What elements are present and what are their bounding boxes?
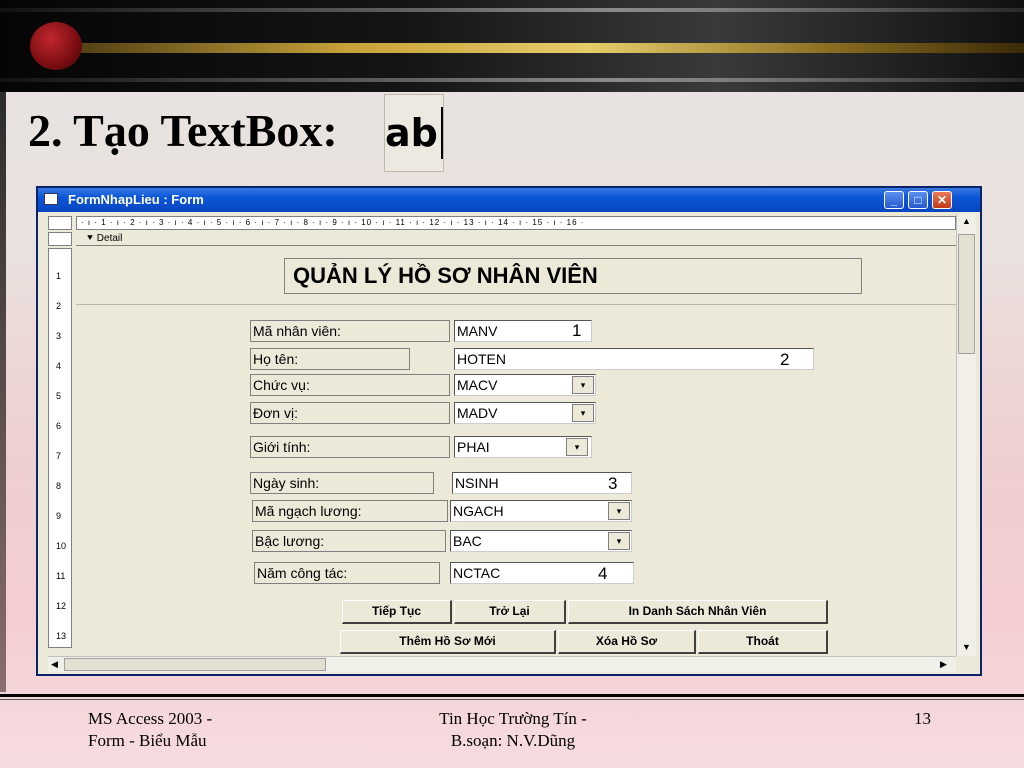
chevron-down-icon[interactable]: ▾ <box>608 532 630 550</box>
banner-stripe <box>0 78 1024 82</box>
scroll-up-icon[interactable]: ▲ <box>962 216 971 226</box>
detail-section[interactable]: QUẢN LÝ HỒ SƠ NHÂN VIÊN Mã nhân viên: MA… <box>76 248 956 654</box>
vertical-ruler-mark: 7 <box>56 451 62 461</box>
vertical-ruler-mark: 9 <box>56 511 62 521</box>
footer-divider-thin <box>0 699 1024 700</box>
chevron-down-icon[interactable]: ▾ <box>572 404 594 422</box>
vertical-scroll-thumb[interactable] <box>958 234 975 354</box>
maximize-button[interactable]: □ <box>908 191 928 209</box>
chevron-down-icon[interactable]: ▾ <box>566 438 588 456</box>
vertical-ruler-mark: 8 <box>56 481 62 491</box>
label-don-vi[interactable]: Đơn vị: <box>250 402 450 424</box>
form-heading-label[interactable]: QUẢN LÝ HỒ SƠ NHÂN VIÊN <box>284 258 862 294</box>
window-title: FormNhapLieu : Form <box>68 192 204 207</box>
section-divider <box>76 304 956 305</box>
footer-topic: Form - Biểu Mẫu <box>88 731 207 750</box>
close-button[interactable]: ✕ <box>932 191 952 209</box>
vertical-ruler-mark: 1 <box>56 271 62 281</box>
footer-center: Tin Học Trường Tín - B.soạn: N.V.Dũng <box>408 708 618 752</box>
detail-section-label: Detail <box>96 233 123 244</box>
exit-button[interactable]: Thoát <box>698 630 828 654</box>
vertical-ruler-mark: 11 <box>56 571 66 581</box>
delete-button[interactable]: Xóa Hồ Sơ <box>558 630 696 654</box>
banner-stripe <box>0 8 1024 12</box>
vertical-ruler-mark: 13 <box>56 631 67 641</box>
label-ma-ngach-luong[interactable]: Mã ngạch lương: <box>252 500 448 522</box>
scroll-down-icon[interactable]: ▼ <box>962 642 971 652</box>
footer-left: MS Access 2003 - Form - Biểu Mẫu <box>88 708 212 752</box>
label-bac-luong[interactable]: Bậc lương: <box>252 530 446 552</box>
textbox-tool-icon: ab <box>384 94 444 172</box>
vertical-ruler-mark: 3 <box>56 331 62 341</box>
print-list-button[interactable]: In Danh Sách Nhân Viên <box>568 600 828 624</box>
footer-course: MS Access 2003 - <box>88 709 213 728</box>
label-ngay-sinh[interactable]: Ngày sinh: <box>250 472 434 494</box>
banner-red-ball <box>30 22 82 70</box>
vertical-ruler-mark: 2 <box>56 301 62 311</box>
marker-2: 2 <box>780 350 790 369</box>
marker-1: 1 <box>572 321 582 340</box>
vertical-ruler-mark: 10 <box>56 541 67 551</box>
form-selector[interactable] <box>48 216 72 230</box>
window-titlebar[interactable]: FormNhapLieu : Form _ □ ✕ <box>38 188 980 212</box>
vertical-ruler-mark: 6 <box>56 421 62 431</box>
detail-arrow-icon: ⯆ <box>86 233 97 244</box>
vertical-ruler-mark: 5 <box>56 391 62 401</box>
label-nam-cong-tac[interactable]: Năm công tác: <box>254 562 440 584</box>
form-icon <box>44 193 58 205</box>
detail-section-bar[interactable]: ⯆ Detail <box>76 232 956 246</box>
slide-title: 2. Tạo TextBox: <box>28 105 338 156</box>
slide-banner <box>0 0 1024 92</box>
chevron-down-icon[interactable]: ▾ <box>572 376 594 394</box>
label-chuc-vu[interactable]: Chức vụ: <box>250 374 450 396</box>
continue-button[interactable]: Tiếp Tục <box>342 600 452 624</box>
marker-4: 4 <box>598 564 608 583</box>
horizontal-ruler: · ı · 1 · ı · 2 · ı · 3 · ı · 4 · ı · 5 … <box>76 216 956 230</box>
left-accent-strip <box>0 92 6 692</box>
textbox-hoten[interactable]: HOTEN <box>454 348 814 370</box>
footer-divider <box>0 694 1024 697</box>
scroll-right-icon[interactable]: ▶ <box>940 659 947 670</box>
vertical-ruler: 1 2 3 4 5 6 7 8 9 10 11 12 13 <box>48 248 72 648</box>
vertical-scrollbar[interactable]: ▲ ▼ <box>956 214 976 656</box>
textbox-tool-label: ab <box>385 111 438 155</box>
back-button[interactable]: Trở Lại <box>454 600 566 624</box>
banner-gold-bar <box>60 43 1024 53</box>
horizontal-scroll-thumb[interactable] <box>64 658 326 671</box>
vertical-ruler-mark: 12 <box>56 601 67 611</box>
footer-school: Tin Học Trường Tín - <box>439 709 587 728</box>
textbox-nsinh[interactable]: NSINH <box>452 472 632 494</box>
label-ho-ten[interactable]: Họ tên: <box>250 348 410 370</box>
footer-author: B.soạn: N.V.Dũng <box>450 731 576 750</box>
vertical-ruler-mark: 4 <box>56 361 62 371</box>
label-ma-nhan-vien[interactable]: Mã nhân viên: <box>250 320 450 342</box>
label-gioi-tinh[interactable]: Giới tính: <box>250 436 450 458</box>
chevron-down-icon[interactable]: ▾ <box>608 502 630 520</box>
text-cursor-icon <box>440 107 443 159</box>
section-selector[interactable] <box>48 232 72 246</box>
combo-bac[interactable]: BAC <box>450 530 632 552</box>
page-number: 13 <box>914 709 931 728</box>
minimize-button[interactable]: _ <box>884 191 904 209</box>
add-new-button[interactable]: Thêm Hồ Sơ Mới <box>340 630 556 654</box>
scroll-left-icon[interactable]: ◀ <box>51 659 58 670</box>
marker-3: 3 <box>608 474 618 493</box>
horizontal-scrollbar[interactable]: ◀ ▶ <box>48 656 956 672</box>
combo-ngach[interactable]: NGACH <box>450 500 632 522</box>
form-design-window: FormNhapLieu : Form _ □ ✕ · ı · 1 · ı · … <box>36 186 982 676</box>
